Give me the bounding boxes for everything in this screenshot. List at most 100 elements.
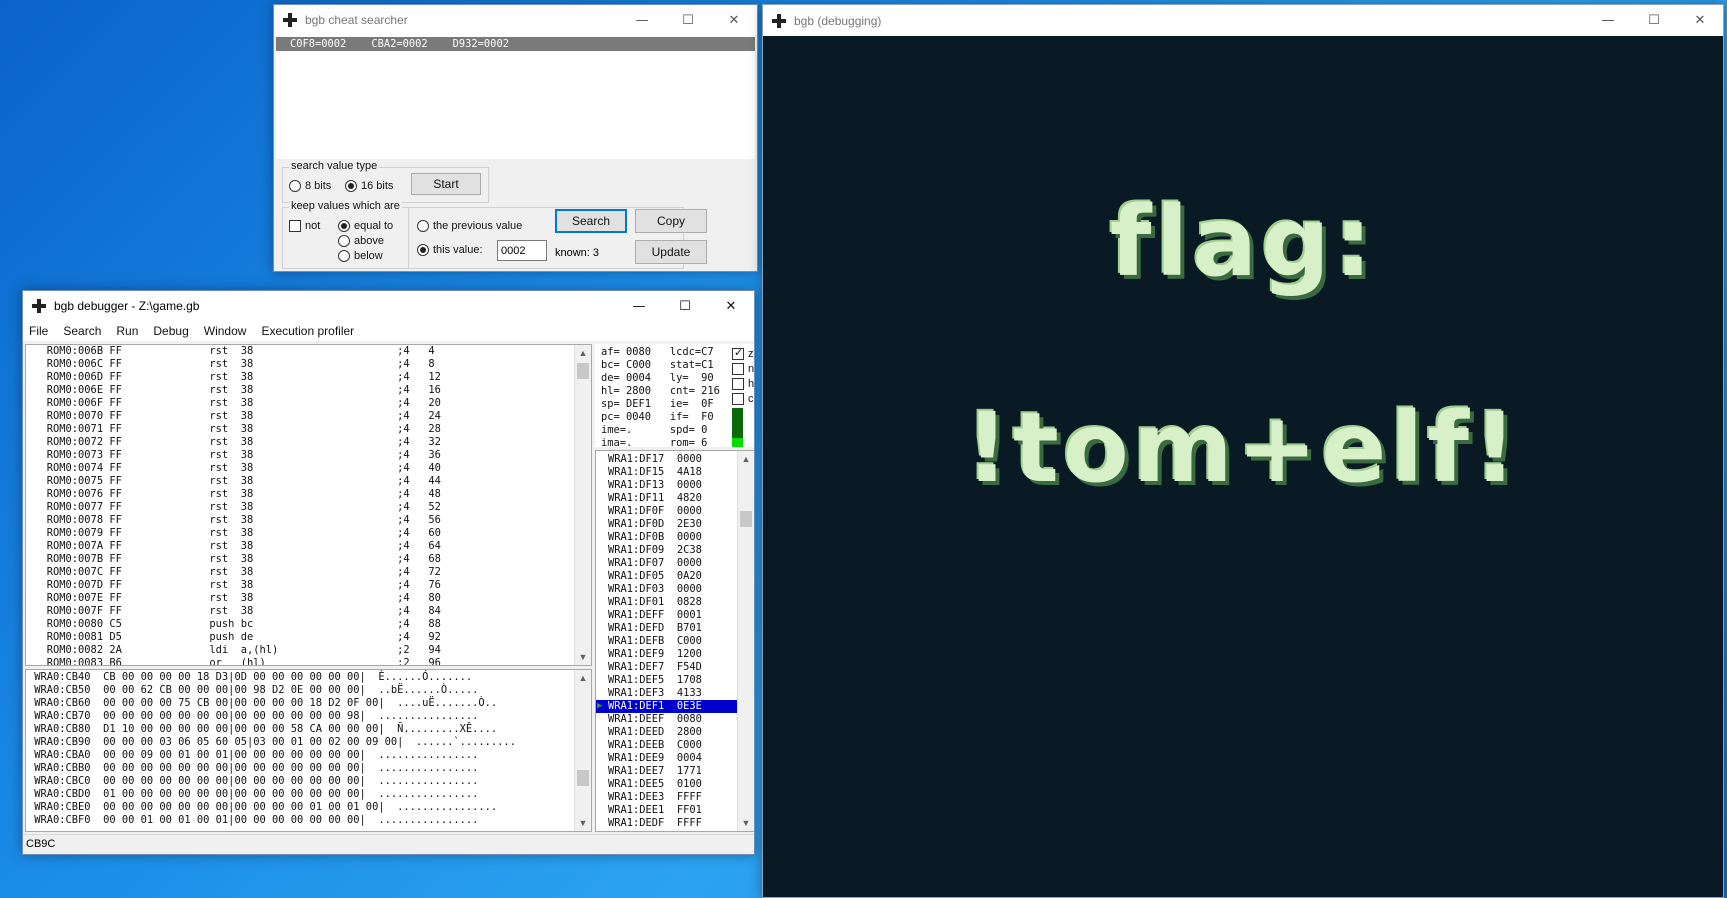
stack-entry[interactable]: WRA1:DF03 0000 bbox=[596, 583, 739, 596]
stack-scrollbar[interactable]: ▲ ▼ bbox=[737, 451, 754, 831]
stack-entry[interactable]: WRA1:DF13 0000 bbox=[596, 479, 739, 492]
scroll-down-icon[interactable]: ▼ bbox=[575, 815, 591, 831]
menu-window[interactable]: Window bbox=[204, 324, 247, 338]
minimize-icon[interactable]: — bbox=[619, 5, 665, 35]
stack-entry[interactable]: WRA1:DEFB C000 bbox=[596, 635, 739, 648]
memory-dump-row[interactable]: WRA0:CB90 00 00 00 03 06 05 60 05|03 00 … bbox=[28, 736, 516, 749]
disassembly-line[interactable]: ROM0:0079 FF rst 38 ;4 60 bbox=[28, 527, 441, 540]
stack-entry[interactable]: WRA1:DEE5 0100 bbox=[596, 778, 739, 791]
scroll-down-icon[interactable]: ▼ bbox=[738, 815, 754, 831]
close-icon[interactable]: ✕ bbox=[708, 291, 754, 321]
results-list[interactable]: C0F8=0002 CBA2=0002 D932=0002 bbox=[276, 35, 755, 159]
menu-search[interactable]: Search bbox=[63, 324, 101, 338]
registers-pane[interactable]: af= 0080 lcdc=C7 bc= C000 stat=C1 de= 0004… bbox=[595, 344, 754, 447]
disassembly-line[interactable]: ROM0:0081 D5 push de ;4 92 bbox=[28, 631, 441, 644]
stack-entry[interactable]: WRA1:DEF9 1200 bbox=[596, 648, 739, 661]
stack-entry[interactable]: WRA1:DEFD B701 bbox=[596, 622, 739, 635]
disassembly-line[interactable]: ROM0:0078 FF rst 38 ;4 56 bbox=[28, 514, 441, 527]
cheat-searcher-titlebar[interactable]: bgb cheat searcher — ☐ ✕ bbox=[274, 5, 757, 35]
stack-entry[interactable]: WRA1:DEE9 0004 bbox=[596, 752, 739, 765]
memory-dump-row[interactable]: WRA0:CBB0 00 00 00 00 00 00 00|00 00 00 … bbox=[28, 762, 516, 775]
radio-16-bits[interactable]: 16 bits bbox=[345, 180, 393, 192]
disassembly-line[interactable]: ROM0:0077 FF rst 38 ;4 52 bbox=[28, 501, 441, 514]
memory-dump-row[interactable]: WRA0:CBC0 00 00 00 00 00 00 00|00 00 00 … bbox=[28, 775, 516, 788]
game-screen[interactable]: flag: !tom+elf! bbox=[763, 36, 1723, 897]
stack-entry[interactable]: WRA1:DF0D 2E30 bbox=[596, 518, 739, 531]
disassembly-line[interactable]: ROM0:0074 FF rst 38 ;4 40 bbox=[28, 462, 441, 475]
stack-entry[interactable]: WRA1:DF05 0A20 bbox=[596, 570, 739, 583]
flag-c-checkbox[interactable]: c bbox=[732, 391, 754, 406]
disassembly-line[interactable]: ROM0:007F FF rst 38 ;4 84 bbox=[28, 605, 441, 618]
scroll-thumb[interactable] bbox=[577, 363, 589, 379]
menu-execution-profiler[interactable]: Execution profiler bbox=[261, 324, 354, 338]
checkbox-box[interactable] bbox=[732, 362, 744, 375]
stack-entry[interactable]: WRA1:DEE3 FFFF bbox=[596, 791, 739, 804]
disassembly-line[interactable]: ROM0:007B FF rst 38 ;4 68 bbox=[28, 553, 441, 566]
register-line[interactable]: bc= C000 stat=C1 bbox=[601, 359, 720, 372]
disassembly-scrollbar[interactable]: ▲ ▼ bbox=[574, 345, 591, 665]
disassembly-line[interactable]: ROM0:0082 2A ldi a,(hl) ;2 94 bbox=[28, 644, 441, 657]
radio-equal-to[interactable]: equal to bbox=[338, 220, 393, 232]
scroll-up-icon[interactable]: ▲ bbox=[575, 670, 591, 686]
disassembly-line[interactable]: ROM0:006E FF rst 38 ;4 16 bbox=[28, 384, 441, 397]
disassembly-line[interactable]: ROM0:0071 FF rst 38 ;4 28 bbox=[28, 423, 441, 436]
checkbox-box[interactable] bbox=[732, 377, 744, 390]
disassembly-pane[interactable]: ROM0:006B FF rst 38 ;4 4 ROM0:006C FF rs… bbox=[25, 344, 592, 666]
disassembly-line[interactable]: ROM0:006C FF rst 38 ;4 8 bbox=[28, 358, 441, 371]
memory-dump-row[interactable]: WRA0:CBD0 01 00 00 00 00 00 00|00 00 00 … bbox=[28, 788, 516, 801]
disassembly-line[interactable]: ROM0:0075 FF rst 38 ;4 44 bbox=[28, 475, 441, 488]
memory-scrollbar[interactable]: ▲ ▼ bbox=[574, 670, 591, 831]
minimize-icon[interactable]: — bbox=[1585, 5, 1631, 35]
disassembly-line[interactable]: ROM0:007D FF rst 38 ;4 76 bbox=[28, 579, 441, 592]
register-line[interactable]: pc= 0040 if= F0 bbox=[601, 411, 720, 424]
disassembly-line[interactable]: ROM0:006F FF rst 38 ;4 20 bbox=[28, 397, 441, 410]
stack-entry[interactable]: WRA1:DEF5 1708 bbox=[596, 674, 739, 687]
disassembly-line[interactable]: ROM0:0076 FF rst 38 ;4 48 bbox=[28, 488, 441, 501]
stack-entry[interactable]: WRA1:DEE7 1771 bbox=[596, 765, 739, 778]
debugger-window[interactable]: bgb debugger - Z:\game.gb — ☐ ✕ File Sea… bbox=[22, 290, 755, 855]
scroll-thumb[interactable] bbox=[740, 511, 752, 527]
stack-entry[interactable]: WRA1:DEDF FFFF bbox=[596, 817, 739, 830]
stack-entry[interactable]: ▶ WRA1:DEF1 0E3E bbox=[596, 700, 739, 713]
disassembly-line[interactable]: ROM0:0080 C5 push bc ;4 88 bbox=[28, 618, 441, 631]
register-line[interactable]: ima=. rom= 6 bbox=[601, 437, 720, 447]
flag-n-checkbox[interactable]: n bbox=[732, 361, 754, 376]
stack-pane[interactable]: WRA1:DF17 0000 WRA1:DF15 4A18 WRA1:DF13 00… bbox=[595, 450, 754, 832]
radio-dot[interactable] bbox=[289, 180, 301, 192]
radio-previous-value[interactable]: the previous value bbox=[417, 220, 522, 232]
results-row[interactable]: C0F8=0002 CBA2=0002 D932=0002 bbox=[276, 37, 755, 51]
menu-debug[interactable]: Debug bbox=[153, 324, 188, 338]
scroll-up-icon[interactable]: ▲ bbox=[575, 345, 591, 361]
radio-8-bits[interactable]: 8 bits bbox=[289, 180, 331, 192]
radio-dot[interactable] bbox=[338, 235, 350, 247]
radio-this-value[interactable]: this value: bbox=[417, 244, 483, 256]
radio-dot[interactable] bbox=[417, 220, 429, 232]
radio-dot[interactable] bbox=[338, 220, 350, 232]
register-line[interactable]: de= 0004 ly= 90 bbox=[601, 372, 720, 385]
register-line[interactable]: ime=. spd= 0 bbox=[601, 424, 720, 437]
stack-entry[interactable]: WRA1:DF0B 0000 bbox=[596, 531, 739, 544]
flag-z-checkbox[interactable]: ✓ z bbox=[732, 346, 754, 361]
emulator-titlebar[interactable]: bgb (debugging) — ☐ ✕ bbox=[763, 5, 1723, 36]
stack-entry[interactable]: WRA1:DF09 2C38 bbox=[596, 544, 739, 557]
debugger-titlebar[interactable]: bgb debugger - Z:\game.gb — ☐ ✕ bbox=[23, 291, 754, 321]
disassembly-line[interactable]: ROM0:006D FF rst 38 ;4 12 bbox=[28, 371, 441, 384]
disassembly-line[interactable]: ROM0:007C FF rst 38 ;4 72 bbox=[28, 566, 441, 579]
stack-entry[interactable]: WRA1:DF11 4820 bbox=[596, 492, 739, 505]
checkbox-box[interactable]: ✓ bbox=[732, 347, 744, 360]
memory-dump-row[interactable]: WRA0:CBF0 00 00 01 00 01 00 01|00 00 00 … bbox=[28, 814, 516, 827]
menu-run[interactable]: Run bbox=[116, 324, 138, 338]
scroll-up-icon[interactable]: ▲ bbox=[738, 451, 754, 467]
disassembly-line[interactable]: ROM0:007E FF rst 38 ;4 80 bbox=[28, 592, 441, 605]
memory-dump-row[interactable]: WRA0:CBE0 00 00 00 00 00 00 00|00 00 00 … bbox=[28, 801, 516, 814]
maximize-icon[interactable]: ☐ bbox=[665, 5, 711, 35]
maximize-icon[interactable]: ☐ bbox=[662, 291, 708, 321]
stack-entry[interactable]: WRA1:DF01 0828 bbox=[596, 596, 739, 609]
scroll-thumb[interactable] bbox=[577, 770, 589, 786]
stack-entry[interactable]: WRA1:DF07 0000 bbox=[596, 557, 739, 570]
stack-entry[interactable]: WRA1:DEE1 FF01 bbox=[596, 804, 739, 817]
memory-dump-row[interactable]: WRA0:CB60 00 00 00 00 75 CB 00|00 00 00 … bbox=[28, 697, 516, 710]
emulator-window[interactable]: bgb (debugging) — ☐ ✕ flag: !tom+elf! bbox=[762, 4, 1724, 898]
memory-dump-row[interactable]: WRA0:CB50 00 00 62 CB 00 00 00|00 98 D2 … bbox=[28, 684, 516, 697]
register-line[interactable]: af= 0080 lcdc=C7 bbox=[601, 346, 720, 359]
